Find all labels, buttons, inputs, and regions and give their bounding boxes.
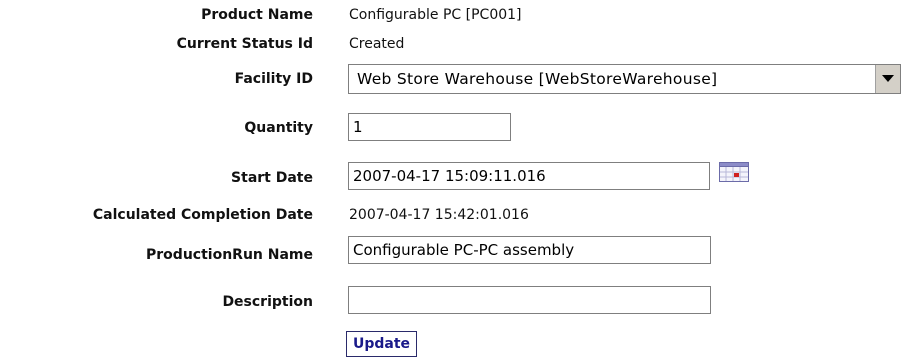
facility-label: Facility ID [234, 71, 313, 87]
facility-selected-value: Web Store Warehouse [WebStoreWarehouse] [357, 70, 718, 88]
quantity-label: Quantity [244, 120, 313, 136]
production-run-name-input[interactable]: Configurable PC-PC assembly [348, 236, 711, 264]
product-name-label: Product Name [201, 7, 313, 23]
production-run-name-row: ProductionRun Name Configurable PC-PC as… [0, 236, 903, 266]
current-status-row: Current Status Id Created [0, 35, 903, 65]
current-status-value: Created [349, 36, 405, 52]
product-name-value: Configurable PC [PC001] [349, 7, 522, 23]
completion-date-row: Calculated Completion Date 2007-04-17 15… [0, 206, 903, 236]
quantity-row: Quantity 1 [0, 113, 903, 143]
chevron-down-icon[interactable] [875, 65, 900, 93]
completion-date-value: 2007-04-17 15:42:01.016 [349, 207, 529, 223]
facility-select[interactable]: Web Store Warehouse [WebStoreWarehouse] [348, 64, 901, 94]
start-date-input[interactable]: 2007-04-17 15:09:11.016 [348, 162, 710, 190]
quantity-input[interactable]: 1 [348, 113, 511, 141]
product-name-row: Product Name Configurable PC [PC001] [0, 6, 903, 36]
calendar-icon[interactable] [718, 161, 750, 183]
start-date-row: Start Date 2007-04-17 15:09:11.016 [0, 161, 903, 191]
completion-date-label: Calculated Completion Date [92, 207, 313, 223]
production-run-name-label: ProductionRun Name [146, 247, 313, 263]
update-button[interactable]: Update [346, 331, 418, 357]
start-date-label: Start Date [231, 170, 313, 186]
description-input[interactable] [348, 286, 711, 314]
description-row: Description [0, 285, 903, 315]
facility-row: Facility ID Web Store Warehouse [WebStor… [0, 64, 903, 94]
description-label: Description [222, 294, 313, 310]
current-status-label: Current Status Id [176, 36, 313, 52]
